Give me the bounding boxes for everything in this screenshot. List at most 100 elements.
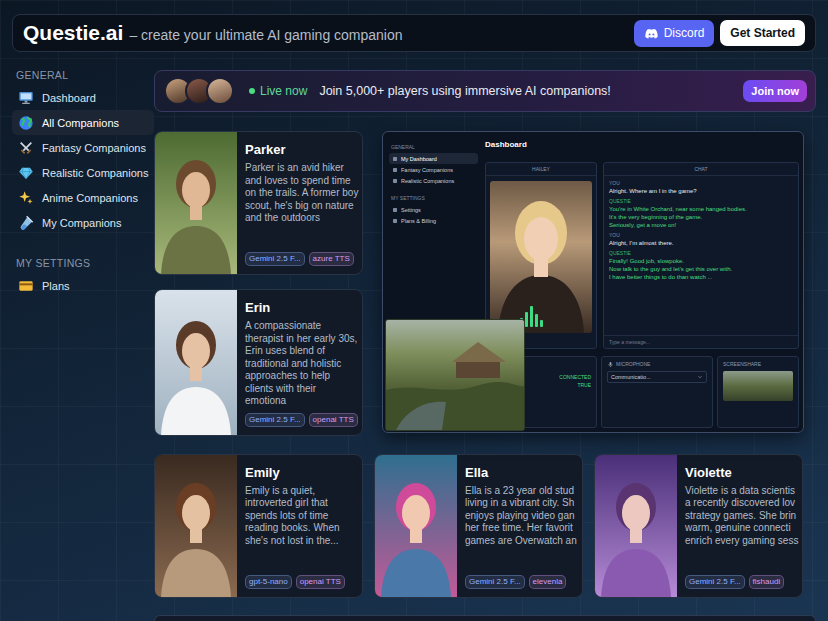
preview-status-row: CONNECTEDTRUE MICROPHONE Communicatio... SC… [485,356,799,428]
companion-card[interactable]: VioletteViolette is a data scientis a re… [594,454,803,598]
companion-info: ErinA compassionate therapist in her ear… [237,290,362,435]
message-speaker: YOU [609,180,793,187]
companion-info: ParkerParker is an avid hiker and loves … [237,132,362,274]
message-speaker: YOU [609,232,793,239]
companion-photo [155,132,237,274]
model-tag: gpt-5-nano [245,575,292,589]
companion-photo [595,455,677,597]
primary-button[interactable]: Get Started [720,20,805,46]
button-label[interactable]: Discord [664,26,705,40]
live-banner: Live nowJoin 5,000+ players using immers… [154,70,816,112]
companion-card[interactable]: ParkerParker is an avid hiker and loves … [154,131,363,275]
portrait-photo [155,293,237,435]
nav-icon [392,167,398,173]
companion-description: Emily is a quiet, introverted girl that … [245,485,359,570]
tagline: – create your ultimate AI gaming compani… [129,27,402,43]
sidebar-item[interactable]: My Companions [12,210,154,235]
sidebar-section-title: MY SETTINGS [12,255,154,269]
sidebar-item[interactable]: Realistic Companions [12,160,154,185]
tag-list: gpt-5-nano openai TTS [245,575,359,589]
sidebar-item-label[interactable]: Anime Companions [42,192,138,204]
sidebar-item-label[interactable]: My Companions [42,217,121,229]
globe-icon [18,115,34,131]
chat-input[interactable]: Type a message... [604,335,798,348]
sidebar: GENERALDashboardAll CompanionsFantasy Co… [0,52,154,621]
character-portrait [490,181,592,333]
companion-card[interactable]: ErinA compassionate therapist in her ear… [154,289,363,436]
companion-photo [375,455,457,597]
companion-info: VioletteViolette is a data scientis a re… [677,455,802,597]
character-photo [490,181,592,333]
preview-nav-label[interactable]: Fantasy Companions [401,167,453,173]
portrait-photo [375,455,457,597]
preview-nav-label[interactable]: My Dashboard [401,156,437,162]
companion-description: Ella is a 23 year old stud living in a v… [465,485,579,570]
audio-bar [535,314,538,327]
preview-nav-item[interactable]: My Dashboard [389,153,478,164]
sidebar-item-label[interactable]: All Companions [42,117,119,129]
game-screenshot [385,319,525,431]
screenshare-label: SCREENSHARE [723,361,793,368]
model-tag: openai TTS [309,413,358,427]
banner-text: Join 5,000+ players using immersive AI c… [319,84,610,98]
connection-value: TRUE [577,381,591,389]
model-tag: azure TTS [309,252,354,266]
connection-label: CONNECTED [559,373,591,381]
sidebar-item-label[interactable]: Plans [42,280,70,292]
gem-icon [18,165,34,181]
tag-list: Gemini 2.5 F... openai TTS [245,413,359,427]
header-actions: Discord Get Started [634,20,805,47]
dashboard-preview: GENERALMy DashboardFantasy CompanionsRea… [382,131,804,433]
monitor-icon [18,90,34,106]
discord-icon [644,26,659,41]
message-line: Alright. Where am I in the game? [609,187,793,195]
microphone-device[interactable]: Communicatio... [611,374,651,380]
companion-name: Emily [245,465,359,481]
model-tag: Gemini 2.5 F... [685,575,745,589]
model-tag: Gemini 2.5 F... [245,413,305,427]
avatar [206,77,234,105]
model-tag: elevenla [529,575,567,589]
chat-message: YOUAlright, I'm almost there. [609,232,793,247]
sidebar-item-label[interactable]: Dashboard [42,92,96,104]
companion-row: Emily Emily is a quiet, introverted girl … [154,454,816,598]
companion-name: Ella [465,465,579,481]
avatar-stack [164,77,227,105]
tag-list: Gemini 2.5 F... fishaudi [685,575,799,589]
discord-button[interactable]: Discord [634,20,715,47]
join-button[interactable]: Join now [743,80,807,102]
nav-icon [392,207,398,213]
message-line: Finally! Good job, slowpoke. [609,257,793,265]
companion-card[interactable]: Ella Ella is a 23 year old stud living in… [374,454,583,598]
preview-nav-label[interactable]: Plans & Billing [401,218,436,224]
sidebar-item[interactable]: Plans [12,273,154,298]
sidebar-item[interactable]: Dashboard [12,85,154,110]
game-scene [386,320,524,430]
sidebar-item-label[interactable]: Realistic Companions [42,167,148,179]
model-tag: fishaudi [749,575,785,589]
chat-message: QUESTIEFinally! Good job, slowpoke.Now t… [609,250,793,281]
sidebar-item[interactable]: All Companions [12,110,154,135]
microphone-header: MICROPHONE [607,361,707,368]
sidebar-item[interactable]: Anime Companions [12,185,154,210]
model-tag: Gemini 2.5 F... [245,252,305,266]
test-tube-icon [18,215,34,231]
companion-description: Parker is an avid hiker and loves to spe… [245,162,359,247]
microphone-select[interactable]: Communicatio... [607,371,707,383]
crossed-swords-icon [18,140,34,156]
preview-nav-item[interactable]: Settings [389,204,478,215]
button-label[interactable]: Get Started [730,26,795,40]
next-row-edge [154,615,816,621]
message-line: You're in White Orchard, near some hange… [609,205,793,213]
model-tag: openai TTS [296,575,345,589]
preview-nav-item[interactable]: Realistic Companions [389,175,478,186]
preview-nav-item[interactable]: Fantasy Companions [389,164,478,175]
nav-icon [392,218,398,224]
sidebar-item[interactable]: Fantasy Companions [12,135,154,160]
sidebar-item-label[interactable]: Fantasy Companions [42,142,146,154]
preview-nav-label[interactable]: Settings [401,207,421,213]
companion-card[interactable]: Emily Emily is a quiet, introverted girl … [154,454,363,598]
logo: Questie.ai [23,21,123,45]
preview-nav-item[interactable]: Plans & Billing [389,215,478,226]
preview-nav-label[interactable]: Realistic Companions [401,178,454,184]
